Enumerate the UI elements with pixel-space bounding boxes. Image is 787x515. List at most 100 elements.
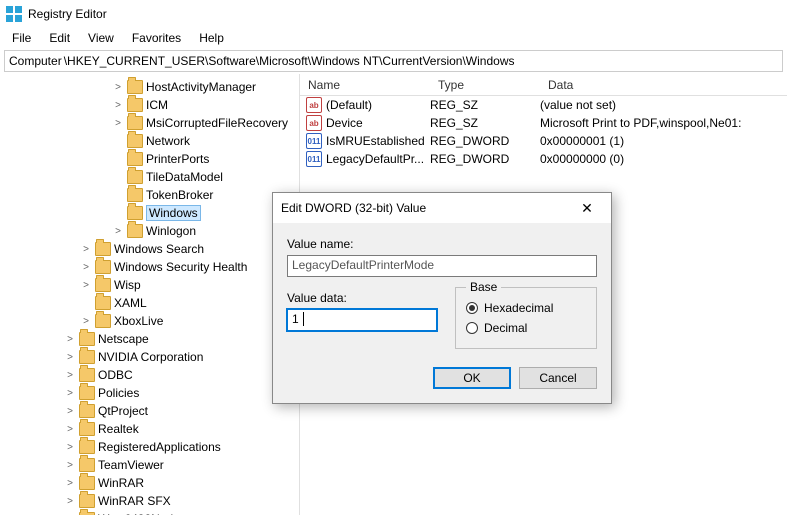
menu-favorites[interactable]: Favorites [124,29,189,47]
value-data: (value not set) [540,98,787,112]
tree-node[interactable]: > TeamViewer [0,456,299,474]
tree-node[interactable]: >NVIDIA Corporation [0,348,299,366]
folder-icon [127,98,143,112]
folder-icon [95,296,111,310]
tree-node-label: XboxLive [114,314,163,328]
tree-pane[interactable]: >HostActivityManager>ICM>MsiCorruptedFil… [0,74,300,515]
folder-icon [79,494,95,508]
tree-node-label: MsiCorruptedFileRecovery [146,116,288,130]
tree-node[interactable]: > Realtek [0,420,299,438]
tree-node-label: HostActivityManager [146,80,256,94]
radio-hexadecimal[interactable]: Hexadecimal [466,298,586,318]
tree-node[interactable]: >Policies [0,384,299,402]
value-data-field[interactable]: 1 [287,309,437,331]
expand-icon[interactable]: > [112,100,124,111]
tree-node[interactable]: >QtProject [0,402,299,420]
expand-icon[interactable]: > [112,226,124,237]
folder-icon [79,332,95,346]
tree-node[interactable]: > Winlogon [0,222,299,240]
expand-icon[interactable]: > [80,244,92,255]
menu-view[interactable]: View [80,29,122,47]
tree-node[interactable]: > WinRAR [0,474,299,492]
expand-icon[interactable]: > [64,388,76,399]
expand-icon[interactable]: > [112,82,124,93]
tree-node[interactable]: >Windows Security Health [0,258,299,276]
menu-file[interactable]: File [4,29,39,47]
folder-icon [127,80,143,94]
tree-node-label: TokenBroker [146,188,213,202]
tree-node-label: Realtek [98,422,139,436]
tree-node[interactable]: >WinRAR SFX [0,492,299,510]
tree-node[interactable]: >XAML [0,294,299,312]
expand-icon[interactable]: > [80,316,92,327]
expand-icon[interactable]: > [64,406,76,417]
tree-node-label: Winlogon [146,224,196,238]
value-name-field[interactable]: LegacyDefaultPrinterMode [287,255,597,277]
expand-icon[interactable]: > [64,352,76,363]
tree-node[interactable]: > Wisp [0,276,299,294]
expand-icon[interactable]: > [112,118,124,129]
tree-node[interactable]: > HostActivityManager [0,78,299,96]
folder-icon [95,314,111,328]
expand-icon[interactable]: > [64,460,76,471]
tree-node[interactable]: >ICM [0,96,299,114]
header-type[interactable]: Type [430,78,540,92]
cancel-button[interactable]: Cancel [519,367,597,389]
value-row[interactable]: abDeviceREG_SZMicrosoft Print to PDF,win… [300,114,787,132]
header-data[interactable]: Data [540,78,787,92]
string-icon: ab [306,97,322,113]
tree-node-label: TeamViewer [98,458,164,472]
tree-node-label: Wisp [114,278,141,292]
value-row[interactable]: 011LegacyDefaultPr...REG_DWORD0x00000000… [300,150,787,168]
close-icon[interactable]: ✕ [571,197,603,219]
expand-icon[interactable]: > [80,262,92,273]
expand-icon[interactable]: > [64,334,76,345]
menubar: File Edit View Favorites Help [0,28,787,48]
expand-icon[interactable]: > [64,370,76,381]
dword-icon: 011 [306,151,322,167]
tree-node[interactable]: > XboxLive [0,312,299,330]
folder-icon [79,404,95,418]
tree-node[interactable]: >RegisteredApplications [0,438,299,456]
value-data-label: Value data: [287,291,437,305]
tree-node[interactable]: > MsiCorruptedFileRecovery [0,114,299,132]
expand-icon[interactable]: > [80,280,92,291]
expand-icon[interactable]: > [64,442,76,453]
value-name: LegacyDefaultPr... [326,152,430,166]
folder-icon [127,188,143,202]
value-row[interactable]: ab(Default)REG_SZ(value not set) [300,96,787,114]
radio-icon [466,302,478,314]
list-header[interactable]: Name Type Data [300,74,787,96]
tree-node[interactable]: >Network [0,132,299,150]
tree-node[interactable]: >Wow6432Node [0,510,299,515]
tree-node[interactable]: >ODBC [0,366,299,384]
tree-node-label: TileDataModel [146,170,223,184]
base-legend: Base [466,280,501,294]
tree-node[interactable]: >Windows [0,204,299,222]
radio-decimal[interactable]: Decimal [466,318,586,338]
folder-icon [127,134,143,148]
value-type: REG_DWORD [430,152,540,166]
folder-icon [79,440,95,454]
tree-node-label: WinRAR [98,476,144,490]
tree-node[interactable]: >PrinterPorts [0,150,299,168]
tree-node[interactable]: >Netscape [0,330,299,348]
value-row[interactable]: 011IsMRUEstablishedREG_DWORD0x00000001 (… [300,132,787,150]
dialog-titlebar[interactable]: Edit DWORD (32-bit) Value ✕ [273,193,611,223]
regedit-icon [6,6,22,22]
tree-node[interactable]: >TileDataModel [0,168,299,186]
ok-button[interactable]: OK [433,367,511,389]
menu-help[interactable]: Help [191,29,232,47]
tree-node[interactable]: >Windows Search [0,240,299,258]
folder-icon [95,278,111,292]
folder-icon [95,242,111,256]
radio-icon [466,322,478,334]
tree-node[interactable]: >TokenBroker [0,186,299,204]
expand-icon[interactable]: > [64,424,76,435]
address-bar[interactable]: Computer \HKEY_CURRENT_USER\Software\Mic… [4,50,783,72]
address-path: \HKEY_CURRENT_USER\Software\Microsoft\Wi… [62,52,778,70]
menu-edit[interactable]: Edit [41,29,78,47]
header-name[interactable]: Name [300,78,430,92]
expand-icon[interactable]: > [64,496,76,507]
expand-icon[interactable]: > [64,478,76,489]
